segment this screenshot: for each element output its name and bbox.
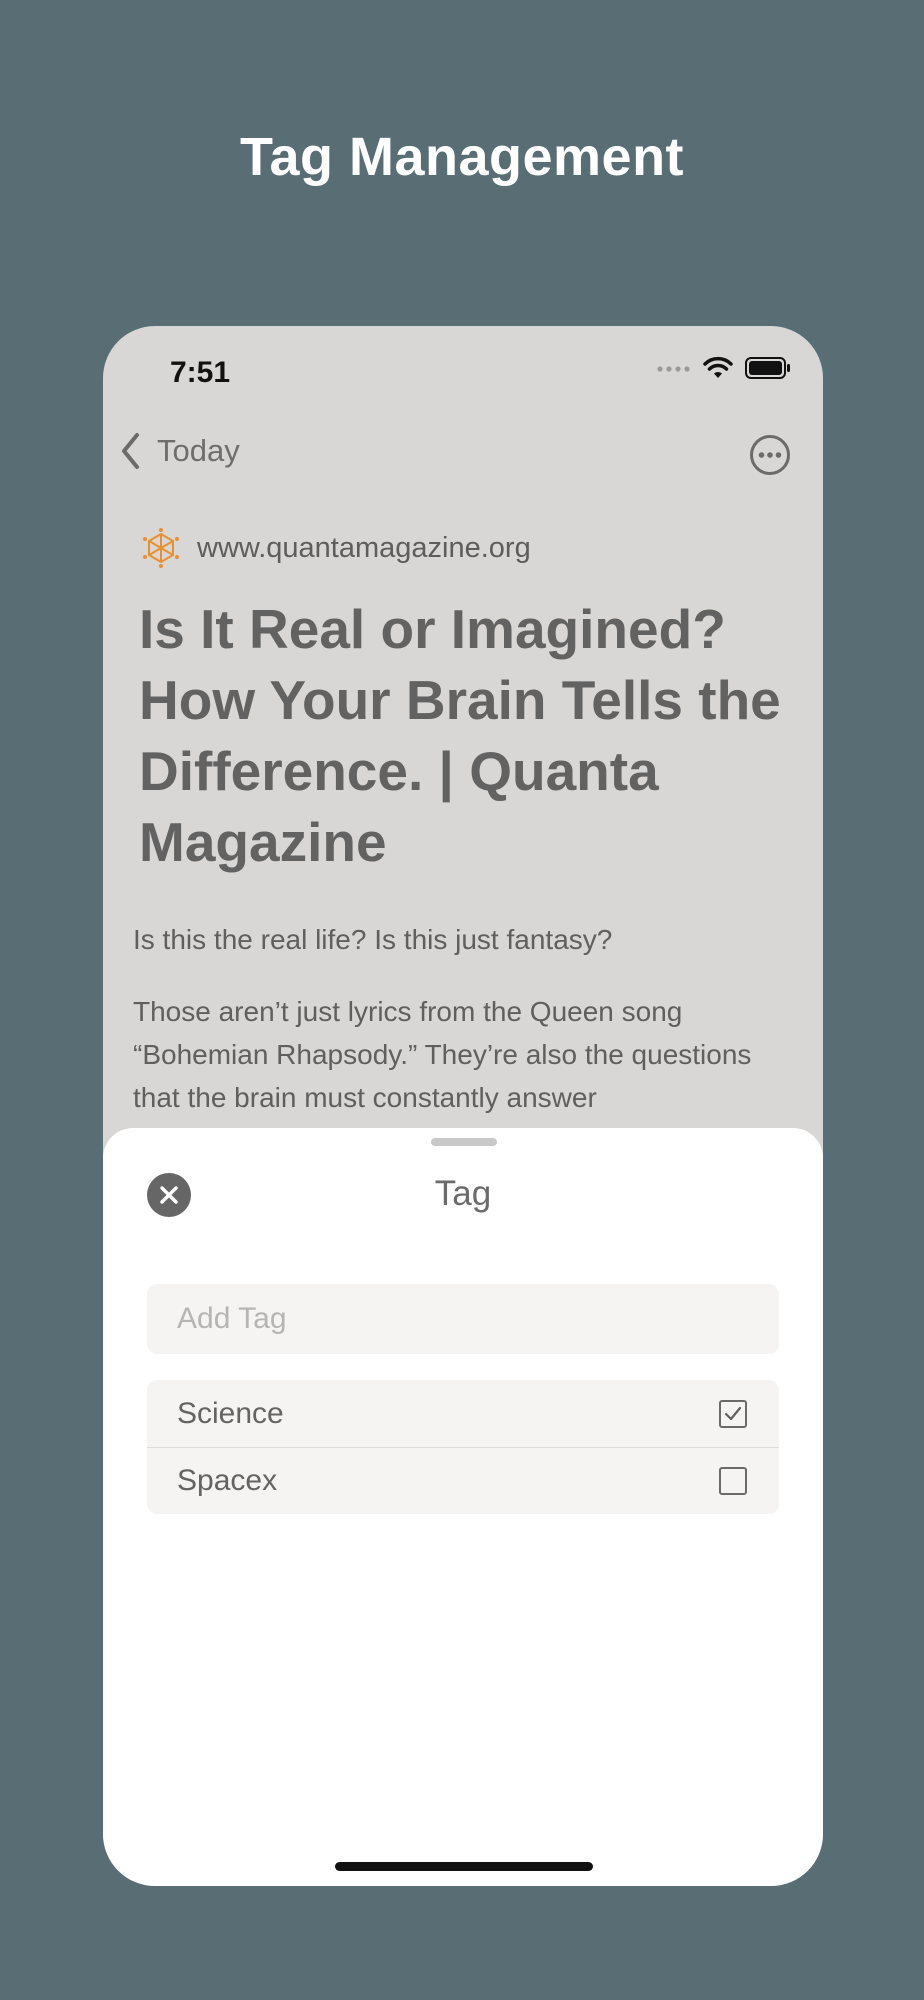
status-time: 7:51 (170, 356, 231, 389)
article-source-url: www.quantamagazine.org (197, 531, 531, 564)
tag-label: Science (177, 1396, 284, 1430)
sheet-title: Tag (434, 1174, 492, 1213)
sheet-grabber[interactable] (431, 1138, 497, 1146)
more-options-button[interactable] (749, 434, 791, 481)
back-button[interactable]: Today (117, 431, 240, 471)
tag-sheet: Tag Science Spacex (103, 1128, 823, 1886)
battery-icon (745, 357, 790, 379)
add-tag-input[interactable] (147, 1284, 779, 1354)
ellipsis-circle-icon (750, 435, 790, 475)
status-icons (657, 356, 791, 380)
tag-label: Spacex (177, 1464, 278, 1497)
checkmark-icon (724, 1406, 742, 1420)
article-source[interactable]: www.quantamagazine.org (139, 526, 531, 570)
back-button-label: Today (157, 433, 240, 468)
tag-row-science[interactable]: Science (147, 1380, 779, 1447)
phone-frame: 7:51 Today www.quantamagazine.org Is It … (103, 326, 823, 1886)
tag-list: Science Spacex (147, 1380, 779, 1514)
chevron-left-icon (122, 433, 139, 469)
tag-checkbox-checked[interactable] (719, 1399, 747, 1428)
tag-row-spacex[interactable]: Spacex (147, 1447, 779, 1514)
page-title: Tag Management (239, 127, 685, 187)
home-indicator (335, 1862, 593, 1871)
article-paragraph: Is this the real life? Is this just fant… (133, 924, 613, 955)
cellular-signal-icon (657, 366, 690, 372)
article-paragraph: Those aren’t just lyrics from the Queen … (133, 996, 752, 1113)
quanta-logo-icon (143, 528, 179, 568)
article-title: Is It Real or Imagined? How Your Brain T… (139, 598, 781, 873)
wifi-icon (703, 356, 733, 378)
tag-checkbox-unchecked[interactable] (719, 1467, 747, 1495)
